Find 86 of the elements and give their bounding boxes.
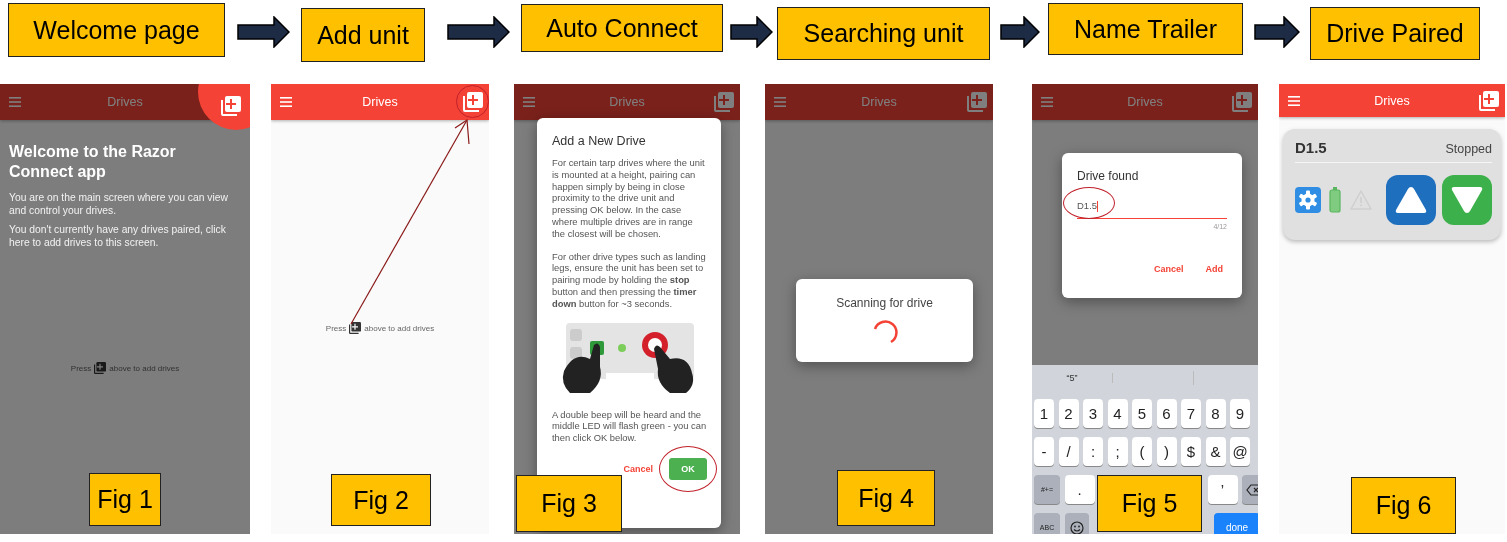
text-button[interactable]: Cancel <box>619 459 657 478</box>
add-icon[interactable] <box>1479 90 1499 111</box>
keyboard-key[interactable]: 3 <box>1083 399 1103 428</box>
keyboard-key[interactable]: : <box>1083 437 1103 466</box>
figure-caption: Fig 3 <box>516 475 622 532</box>
add-icon[interactable] <box>221 96 241 116</box>
figure-caption: Fig 1 <box>89 473 161 526</box>
figure-caption: Fig 2 <box>331 474 431 526</box>
drive-status: Stopped <box>1445 142 1492 156</box>
step-label: Name Trailer <box>1048 3 1243 55</box>
keyboard-key[interactable]: . <box>1064 475 1095 504</box>
done-key[interactable]: done <box>1214 513 1258 534</box>
flow-arrow <box>237 16 290 48</box>
settings-icon[interactable] <box>1295 187 1321 213</box>
dialog-text: For certain tarp drives where the unit is mounted at a height, pairing can happen simply by being in close proximity to the drive unit and pressing OK below. In the case where multiple drives are in range the closest will be chosen. <box>552 157 706 240</box>
app-title: Drives <box>609 95 645 109</box>
step-label: Welcome page <box>8 3 225 57</box>
keyboard-key[interactable]: 7 <box>1181 399 1201 428</box>
flow-arrow <box>447 16 510 48</box>
app-title: Drives <box>1127 95 1163 109</box>
app-title: Drives <box>362 95 398 109</box>
hint-text: above to add drives <box>364 323 435 333</box>
menu-icon[interactable] <box>523 97 535 107</box>
step-label: Auto Connect <box>521 4 723 52</box>
menu-icon[interactable] <box>1288 95 1300 106</box>
down-triangle-icon <box>1450 185 1484 215</box>
tour-title: Welcome to the Razor Connect app <box>9 142 177 182</box>
add-icon[interactable] <box>463 92 483 112</box>
menu-icon[interactable] <box>1041 97 1053 107</box>
dialog-title: Add a New Drive <box>552 134 647 148</box>
hint-text: Press <box>325 323 347 333</box>
emoji-icon[interactable] <box>1069 520 1084 534</box>
keyboard-key[interactable]: 6 <box>1156 399 1177 428</box>
add-icon[interactable] <box>1232 92 1252 112</box>
menu-icon[interactable] <box>9 97 21 107</box>
drive-name: D1.5 <box>1295 139 1327 156</box>
figure-caption: Fig 4 <box>837 470 935 526</box>
dialog-title: Drive found <box>1077 169 1140 183</box>
keyboard-key[interactable]: ) <box>1156 437 1177 466</box>
keyboard-key[interactable]: 8 <box>1205 399 1226 428</box>
tour-text: You are on the main screen where you can view and control your drives. <box>9 191 229 217</box>
keyboard-key[interactable]: & <box>1205 437 1226 466</box>
dialog-text: A double beep will be heard and the middle LED will flash green - you can then click OK below. <box>552 408 707 444</box>
flow-arrow <box>1254 16 1300 48</box>
name-field[interactable]: D1.5 <box>1077 197 1227 219</box>
keyboard-key[interactable]: 5 <box>1132 399 1152 428</box>
battery-icon <box>1329 187 1341 213</box>
keyboard-key[interactable]: ( <box>1132 437 1152 466</box>
add-icon[interactable] <box>714 92 734 112</box>
app-title: Drives <box>1374 93 1410 108</box>
keyboard-key[interactable]: ’ <box>1207 475 1238 504</box>
flow-arrow <box>730 16 773 48</box>
figure-caption: Fig 6 <box>1351 477 1456 534</box>
hint-text: above to add drives <box>109 363 180 373</box>
keyboard-key[interactable]: ; <box>1107 437 1128 466</box>
app-title: Drives <box>861 95 897 109</box>
add-icon[interactable] <box>967 92 987 112</box>
keyboard-key[interactable]: @ <box>1230 437 1250 466</box>
backspace-icon[interactable] <box>1246 483 1258 496</box>
dialog-text: For other drive types such as landing legs, ensure the unit has been set to pairing mode by holding the stop button and then pressing the timer down button for ~3 seconds. <box>552 250 707 310</box>
keyboard-key[interactable]: $ <box>1181 437 1201 466</box>
down-button[interactable] <box>1442 175 1492 225</box>
keyboard-key[interactable]: 1 <box>1034 399 1054 428</box>
keyboard-key[interactable]: / <box>1058 437 1079 466</box>
add-icon <box>94 362 107 374</box>
menu-icon[interactable] <box>280 97 292 107</box>
add-icon <box>349 322 362 334</box>
up-button[interactable] <box>1386 175 1436 225</box>
step-label: Searching unit <box>777 7 990 60</box>
app-title: Drives <box>107 95 143 109</box>
step-label: Add unit <box>301 8 425 62</box>
dialog-title: Scanning for drive <box>836 296 933 310</box>
keyboard-key[interactable]: - <box>1034 437 1054 466</box>
suggestion[interactable]: “5” <box>1032 372 1113 383</box>
tour-text: You don't currently have any drives paired, click here to add drives to this screen. <box>9 223 227 249</box>
figure-caption: Fig 5 <box>1097 475 1202 532</box>
keyboard-key[interactable]: 4 <box>1107 399 1128 428</box>
hint-text: Press <box>70 363 92 373</box>
keyboard-key[interactable]: 9 <box>1230 399 1250 428</box>
flow-arrow <box>1000 16 1040 48</box>
step-label: Drive Paired <box>1310 7 1480 60</box>
keyboard-key[interactable]: 2 <box>1058 399 1079 428</box>
text-button[interactable]: Add <box>1201 260 1227 278</box>
text-button[interactable]: Cancel <box>1150 260 1188 278</box>
menu-icon[interactable] <box>774 97 786 107</box>
up-triangle-icon <box>1394 185 1428 215</box>
